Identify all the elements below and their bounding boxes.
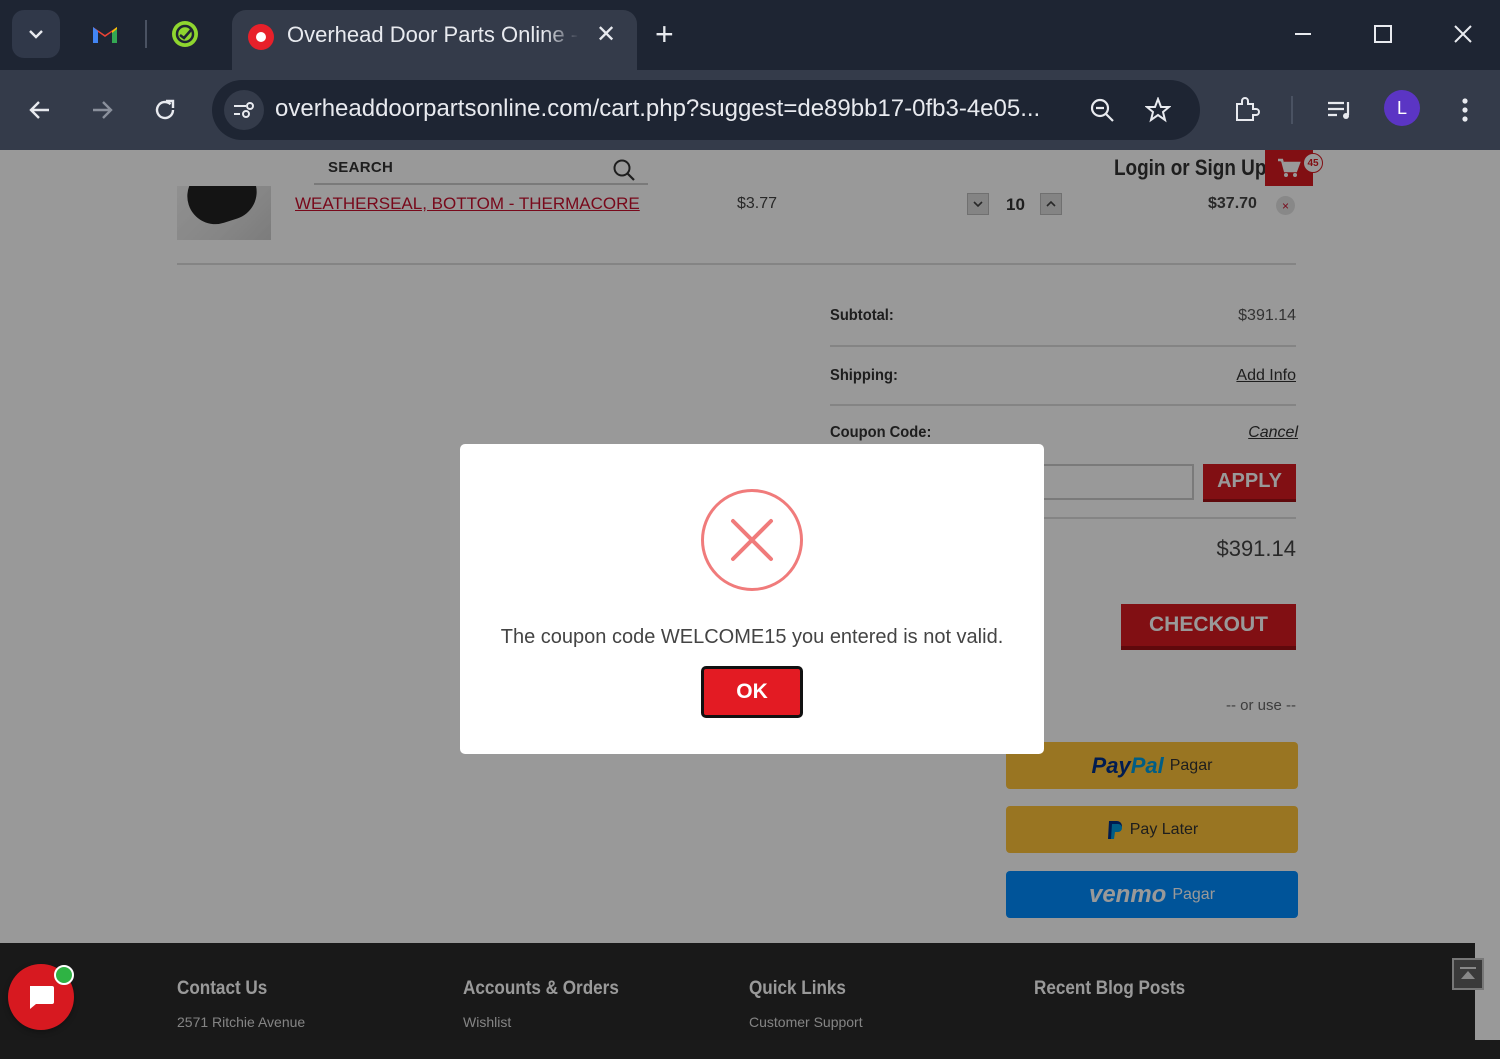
close-window-button[interactable] (1443, 14, 1483, 54)
media-icon (1328, 101, 1350, 119)
dialog-message: The coupon code WELCOME15 you entered is… (500, 626, 1004, 648)
scroll-to-top-button[interactable] (1452, 958, 1484, 990)
forward-button[interactable] (82, 90, 122, 130)
tab-close-icon[interactable]: ✕ (596, 20, 616, 49)
error-x-icon (701, 489, 803, 591)
close-x-icon (731, 519, 773, 561)
gmail-icon (93, 27, 117, 43)
extensions-icon (1236, 97, 1260, 121)
site-favicon-icon (248, 24, 274, 50)
maximize-button[interactable] (1363, 14, 1403, 54)
forward-icon (93, 101, 113, 119)
bookmark-button[interactable] (1138, 90, 1178, 130)
chat-online-indicator (54, 965, 74, 985)
profile-avatar[interactable]: L (1384, 90, 1420, 126)
back-button[interactable] (20, 90, 60, 130)
site-info-button[interactable] (224, 90, 264, 130)
back-icon (29, 101, 49, 119)
os-taskbar (0, 1040, 1500, 1059)
web-page: SEARCH Login or Sign Up 45 WEATHERSEAL, … (0, 150, 1500, 1059)
dialog-ok-button[interactable]: OK (701, 666, 803, 718)
zoom-button[interactable] (1082, 90, 1122, 130)
zoom-icon (1090, 98, 1114, 122)
tab-strip: Overhead Door Parts Online - S ✕ + (0, 0, 1500, 70)
extension-favicon-icon (172, 21, 198, 47)
new-tab-button[interactable]: + (655, 14, 674, 54)
extensions-button[interactable] (1226, 90, 1266, 130)
scroll-top-icon (1460, 967, 1476, 979)
url-text[interactable]: overheaddoorpartsonline.com/cart.php?sug… (275, 95, 1065, 123)
minimize-button[interactable] (1283, 14, 1323, 54)
tab-search-button[interactable] (12, 10, 60, 58)
pinned-tab-extension[interactable] (165, 14, 205, 54)
bookmark-star-icon (1145, 97, 1171, 123)
chevron-down-icon (29, 30, 43, 39)
chat-icon (30, 986, 54, 1009)
media-controls-button[interactable] (1320, 90, 1360, 130)
pinned-tab-gmail[interactable] (85, 14, 125, 54)
browser-toolbar: overheaddoorpartsonline.com/cart.php?sug… (0, 70, 1500, 150)
maximize-icon (1374, 25, 1392, 43)
menu-dots-icon (1462, 98, 1468, 122)
close-icon (1454, 25, 1472, 43)
tab-title: Overhead Door Parts Online - S (287, 22, 579, 47)
address-bar[interactable]: overheaddoorpartsonline.com/cart.php?sug… (212, 80, 1200, 140)
minimize-icon (1295, 33, 1311, 35)
toolbar-separator (1291, 96, 1293, 124)
tab-separator (145, 20, 147, 48)
site-settings-icon (234, 102, 254, 118)
coupon-error-dialog: The coupon code WELCOME15 you entered is… (460, 444, 1044, 754)
reload-icon (155, 99, 175, 120)
active-tab[interactable]: Overhead Door Parts Online - S ✕ (232, 10, 637, 70)
reload-button[interactable] (145, 90, 185, 130)
browser-menu-button[interactable] (1445, 90, 1485, 130)
